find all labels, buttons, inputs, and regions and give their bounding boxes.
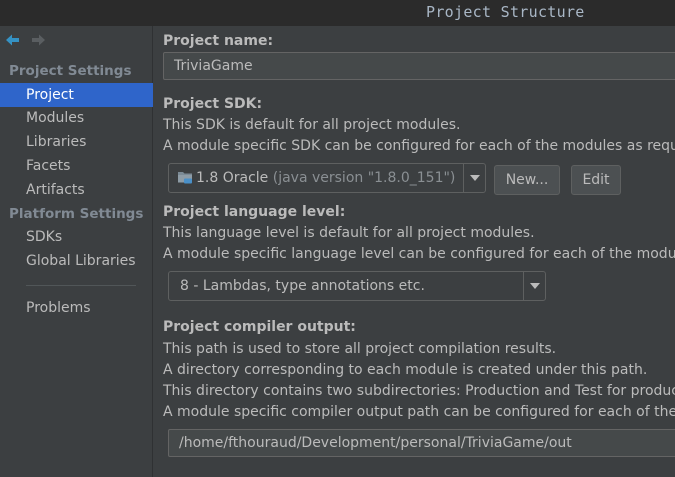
- output-description-1: This path is used to store all project c…: [163, 341, 557, 357]
- sidebar-item-project[interactable]: Project: [0, 83, 153, 107]
- sdk-dropdown-value: 1.8 Oracle (java version "1.8.0_151"): [177, 164, 455, 194]
- edit-sdk-button[interactable]: Edit: [571, 165, 621, 195]
- chevron-down-icon[interactable]: [464, 164, 486, 192]
- window-title: Project Structure: [426, 3, 585, 21]
- sidebar-item-global-libraries[interactable]: Global Libraries: [0, 249, 153, 273]
- project-name-label: Project name:: [163, 33, 274, 49]
- language-level-label: Project language level:: [163, 204, 346, 220]
- sdk-description-1: This SDK is default for all project modu…: [163, 117, 461, 133]
- sidebar-item-sdks[interactable]: SDKs: [0, 225, 153, 249]
- new-sdk-button[interactable]: New...: [494, 165, 560, 195]
- output-description-2: A directory corresponding to each module…: [163, 362, 648, 378]
- folder-icon: [177, 166, 193, 194]
- language-level-value: 8 - Lambdas, type annotations etc.: [180, 278, 425, 294]
- sidebar-item-libraries[interactable]: Libraries: [0, 130, 153, 154]
- language-description-2: A module specific language level can be …: [163, 246, 675, 262]
- chevron-down-icon[interactable]: [524, 272, 546, 300]
- sidebar: Project Settings Project Modules Librari…: [0, 26, 153, 477]
- sidebar-item-facets[interactable]: Facets: [0, 154, 153, 178]
- sidebar-divider: [26, 285, 136, 286]
- project-name-input[interactable]: TriviaGame: [163, 52, 675, 80]
- language-level-dropdown[interactable]: 8 - Lambdas, type annotations etc.: [168, 271, 546, 301]
- sdk-name: 1.8 Oracle: [196, 170, 269, 186]
- sdk-dropdown[interactable]: 1.8 Oracle (java version "1.8.0_151"): [168, 163, 486, 193]
- project-settings-panel: Project name: TriviaGame Project SDK: Th…: [154, 26, 675, 477]
- project-sdk-label: Project SDK:: [163, 96, 263, 112]
- back-arrow-icon[interactable]: [4, 31, 22, 49]
- compiler-output-label: Project compiler output:: [163, 319, 356, 335]
- sdk-description-2: A module specific SDK can be configured …: [163, 138, 675, 154]
- forward-arrow-icon[interactable]: [29, 31, 47, 49]
- output-description-3: This directory contains two subdirectori…: [163, 383, 675, 399]
- sidebar-item-modules[interactable]: Modules: [0, 106, 153, 130]
- output-description-4: A module specific compiler output path c…: [163, 404, 675, 420]
- language-description-1: This language level is default for all p…: [163, 225, 535, 241]
- sidebar-item-problems[interactable]: Problems: [0, 296, 153, 320]
- sidebar-item-artifacts[interactable]: Artifacts: [0, 178, 153, 202]
- project-settings-header: Project Settings: [9, 63, 132, 79]
- sdk-version: (java version "1.8.0_151"): [272, 170, 456, 186]
- title-bar: Project Structure: [0, 0, 675, 26]
- platform-settings-header: Platform Settings: [9, 206, 144, 222]
- compiler-output-input[interactable]: /home/fthouraud/Development/personal/Tri…: [168, 429, 675, 457]
